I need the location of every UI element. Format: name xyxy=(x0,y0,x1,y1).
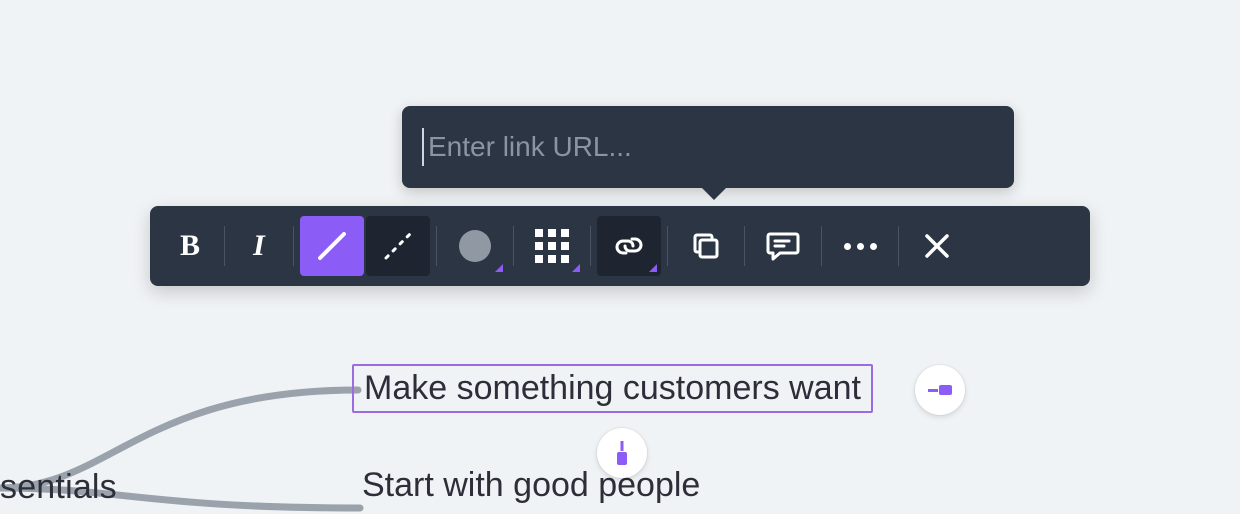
copy-icon xyxy=(690,230,722,262)
add-child-icon xyxy=(614,441,630,465)
close-button[interactable] xyxy=(905,216,969,276)
link-button[interactable] xyxy=(597,216,661,276)
add-sibling-handle[interactable] xyxy=(915,365,965,415)
link-icon xyxy=(611,228,647,264)
comment-icon xyxy=(766,231,800,261)
toolbar-separator xyxy=(590,226,591,266)
link-url-popover xyxy=(402,106,1014,188)
more-icon xyxy=(844,243,877,250)
add-sibling-icon xyxy=(928,382,952,398)
formatting-toolbar: B I xyxy=(150,206,1090,286)
line-style-dashed-button[interactable] xyxy=(366,216,430,276)
icon-grid-button[interactable] xyxy=(520,216,584,276)
line-style-solid-button[interactable] xyxy=(300,216,364,276)
dropdown-indicator-icon xyxy=(495,264,503,272)
line-dashed-icon xyxy=(378,226,418,266)
link-url-input[interactable] xyxy=(426,130,994,164)
toolbar-separator xyxy=(667,226,668,266)
toolbar-separator xyxy=(436,226,437,266)
toolbar-separator xyxy=(744,226,745,266)
toolbar-separator xyxy=(513,226,514,266)
bold-icon: B xyxy=(180,229,200,263)
italic-button[interactable]: I xyxy=(231,216,287,276)
comment-button[interactable] xyxy=(751,216,815,276)
text-caret xyxy=(422,128,424,166)
mindmap-node[interactable]: Start with good people xyxy=(354,465,708,506)
dropdown-indicator-icon xyxy=(572,264,580,272)
toolbar-separator xyxy=(898,226,899,266)
toolbar-separator xyxy=(293,226,294,266)
bold-button[interactable]: B xyxy=(162,216,218,276)
mindmap-node-selected[interactable]: Make something customers want xyxy=(352,364,873,413)
more-button[interactable] xyxy=(828,216,892,276)
toolbar-separator xyxy=(821,226,822,266)
italic-icon: I xyxy=(253,229,265,263)
root-node-label[interactable]: sentials xyxy=(0,468,117,507)
close-icon xyxy=(923,232,951,260)
copy-button[interactable] xyxy=(674,216,738,276)
add-child-handle[interactable] xyxy=(597,428,647,478)
dropdown-indicator-icon xyxy=(649,264,657,272)
line-solid-icon xyxy=(312,226,352,266)
shape-color-button[interactable] xyxy=(443,216,507,276)
toolbar-separator xyxy=(224,226,225,266)
circle-icon xyxy=(457,228,493,264)
grid-icon xyxy=(535,229,569,263)
